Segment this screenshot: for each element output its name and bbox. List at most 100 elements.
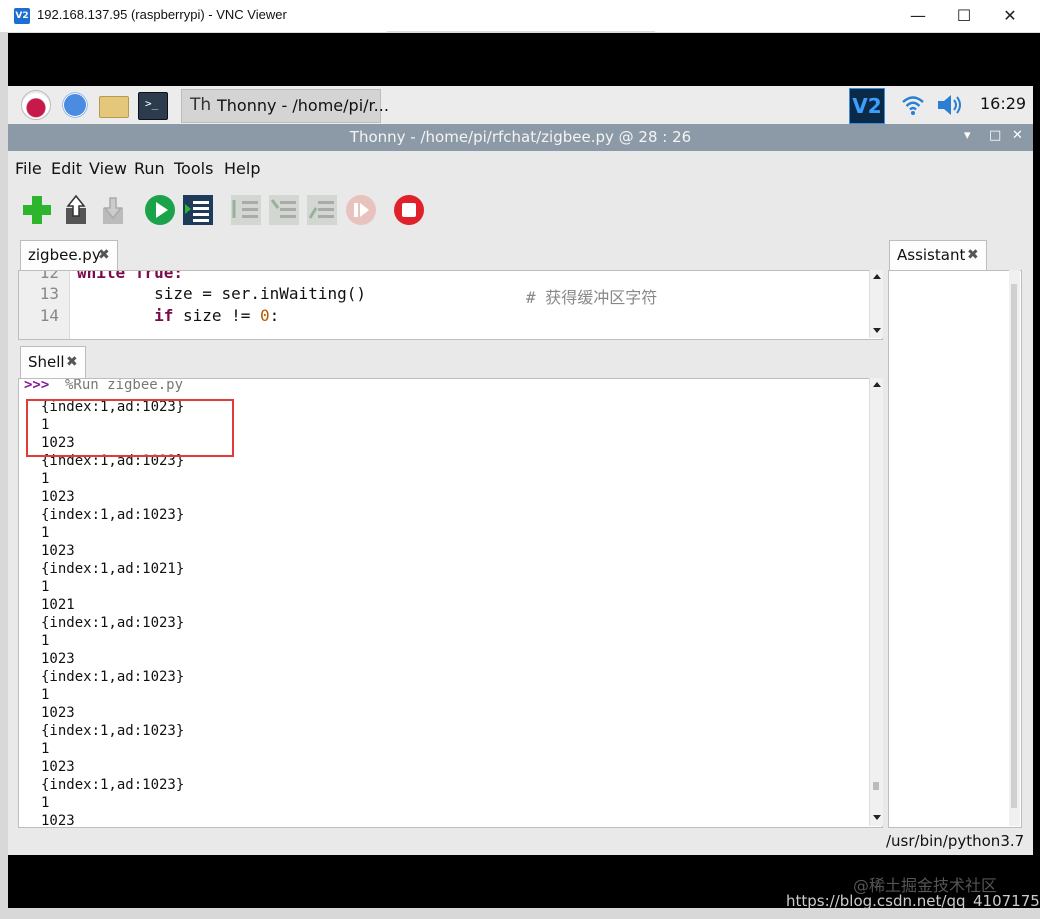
shell-output-line: 1023 [41, 651, 75, 667]
resume-icon[interactable] [345, 194, 377, 226]
shell-output-line: 1 [41, 633, 50, 649]
volume-icon[interactable] [936, 93, 966, 117]
clock[interactable]: 16:29 [980, 94, 1026, 113]
shell-output-line: 1023 [41, 543, 75, 559]
menu-view[interactable]: View [89, 159, 127, 178]
watermark-url: https://blog.csdn.net/qq_41071754 [786, 892, 1040, 910]
assistant-scrollbar[interactable] [1009, 270, 1020, 826]
terminal-icon[interactable]: >_ [138, 92, 168, 120]
assistant-panel [888, 270, 1022, 828]
line-number: 12 [39, 270, 59, 282]
shell-output-line: 1 [41, 687, 50, 703]
file-manager-icon[interactable] [98, 90, 129, 120]
host-desktop-edge [0, 32, 8, 919]
code-comment: # 获得缓冲区字符 [526, 288, 658, 307]
line-number: 13 [39, 284, 59, 303]
shell-output-line: {index:1,ad:1023} [41, 615, 185, 631]
shell-output-line: 1023 [41, 489, 75, 505]
stop-icon[interactable] [393, 194, 425, 226]
keyword: while [77, 270, 126, 282]
tab-assistant[interactable]: Assistant ✖ [889, 240, 987, 271]
step-out-icon[interactable] [306, 194, 338, 226]
shell-output-line: 1021 [41, 597, 75, 613]
step-into-icon[interactable] [268, 194, 300, 226]
shell-output-line: {index:1,ad:1023} [41, 777, 185, 793]
scroll-up-icon[interactable] [873, 382, 881, 387]
keyword: if [154, 306, 174, 325]
code-line: if size != 0: [77, 306, 279, 325]
menu-help[interactable]: Help [224, 159, 260, 178]
close-button[interactable]: ✕ [987, 0, 1033, 32]
menu-tools[interactable]: Tools [174, 159, 213, 178]
code-number: 0 [260, 306, 270, 325]
close-tab-icon[interactable]: ✖ [66, 354, 78, 370]
wifi-icon[interactable] [901, 94, 925, 116]
thonny-window: Thonny - /home/pi/rfchat/zigbee.py @ 28 … [8, 124, 1033, 855]
assistant-tab-label: Assistant [897, 246, 966, 264]
shell-output-line: {index:1,ad:1023} [41, 669, 185, 685]
scroll-thumb[interactable] [1011, 284, 1017, 808]
shell-output-line: 1023 [41, 813, 75, 828]
code-text: size != [173, 306, 261, 325]
shell-scrollbar[interactable] [869, 378, 883, 826]
run-icon[interactable] [144, 194, 176, 226]
vnc-tray-icon[interactable]: V2 [849, 88, 885, 124]
raspberry-menu-icon[interactable] [21, 90, 51, 120]
shell-output-line: 1023 [41, 705, 75, 721]
menu-edit[interactable]: Edit [51, 159, 82, 178]
thonny-menu-button[interactable]: ▾ [964, 128, 971, 143]
tab-zigbee-py[interactable]: zigbee.py ✖ [20, 240, 118, 271]
thonny-icon: Th [190, 95, 212, 115]
save-icon[interactable] [97, 194, 129, 226]
taskbar-thonny-button[interactable]: Th Thonny - /home/pi/r... [181, 89, 389, 123]
highlight-annotation [26, 399, 234, 457]
toolbar [8, 186, 1033, 234]
shell-command: %Run zigbee.py [65, 378, 184, 393]
vnc-logo-icon: V2 [14, 8, 30, 24]
step-over-icon[interactable] [230, 194, 262, 226]
shell-output-line: 1 [41, 579, 50, 595]
close-tab-icon[interactable]: ✖ [967, 247, 979, 263]
editor-scrollbar[interactable] [869, 270, 883, 338]
thonny-maximize-button[interactable]: □ [989, 128, 1001, 143]
code-text: True: [125, 270, 183, 282]
shell-output-line: {index:1,ad:1023} [41, 507, 185, 523]
menu-file[interactable]: File [15, 159, 42, 178]
shell-tab-label: Shell [28, 353, 65, 371]
tab-shell[interactable]: Shell ✖ [20, 346, 86, 379]
line-number: 14 [39, 306, 59, 325]
browser-icon[interactable] [60, 90, 90, 120]
shell-console[interactable]: >>> %Run zigbee.py {index:1,ad:1023} 1 102… [18, 378, 883, 828]
pi-taskbar: >_ Th Thonny - /home/pi/r... V2 16:29 [8, 86, 1033, 124]
scroll-up-icon[interactable] [873, 274, 881, 279]
vnc-window-titlebar: V2 192.168.137.95 (raspberrypi) - VNC Vi… [0, 0, 1040, 33]
menubar: File Edit View Run Tools Help [8, 151, 1033, 184]
new-file-icon[interactable] [21, 194, 53, 226]
code-editor[interactable]: 12 13 14 while True: size = ser.inWaitin… [18, 270, 883, 340]
scroll-down-icon[interactable] [873, 815, 881, 820]
menu-run[interactable]: Run [134, 159, 165, 178]
vnc-toolbar-handle[interactable] [387, 31, 655, 33]
thonny-close-button[interactable]: ✕ [1012, 128, 1023, 143]
code-text: : [269, 306, 280, 325]
load-icon[interactable] [60, 194, 92, 226]
shell-output-line: 1 [41, 525, 50, 541]
interpreter-status[interactable]: /usr/bin/python3.7 [886, 832, 1024, 850]
code-line: while True: [77, 270, 183, 282]
close-tab-icon[interactable]: ✖ [98, 247, 110, 263]
shell-prompt: >>> [24, 378, 50, 393]
terminal-prompt-glyph: >_ [145, 97, 159, 110]
debug-icon[interactable] [182, 194, 214, 226]
scroll-down-icon[interactable] [873, 328, 881, 333]
scroll-thumb[interactable] [873, 782, 879, 790]
shell-output-line: 1023 [41, 759, 75, 775]
shell-output-line: {index:1,ad:1021} [41, 561, 185, 577]
shell-output-line: 1 [41, 741, 50, 757]
shell-output-line: 1 [41, 795, 50, 811]
maximize-button[interactable]: ☐ [941, 0, 987, 32]
thonny-title: Thonny - /home/pi/rfchat/zigbee.py @ 28 … [349, 128, 692, 146]
code-line: size = ser.inWaiting() [77, 284, 366, 303]
minimize-button[interactable]: — [895, 0, 941, 32]
vnc-window-title: 192.168.137.95 (raspberrypi) - VNC Viewe… [37, 7, 287, 22]
shell-output-line: {index:1,ad:1023} [41, 723, 185, 739]
